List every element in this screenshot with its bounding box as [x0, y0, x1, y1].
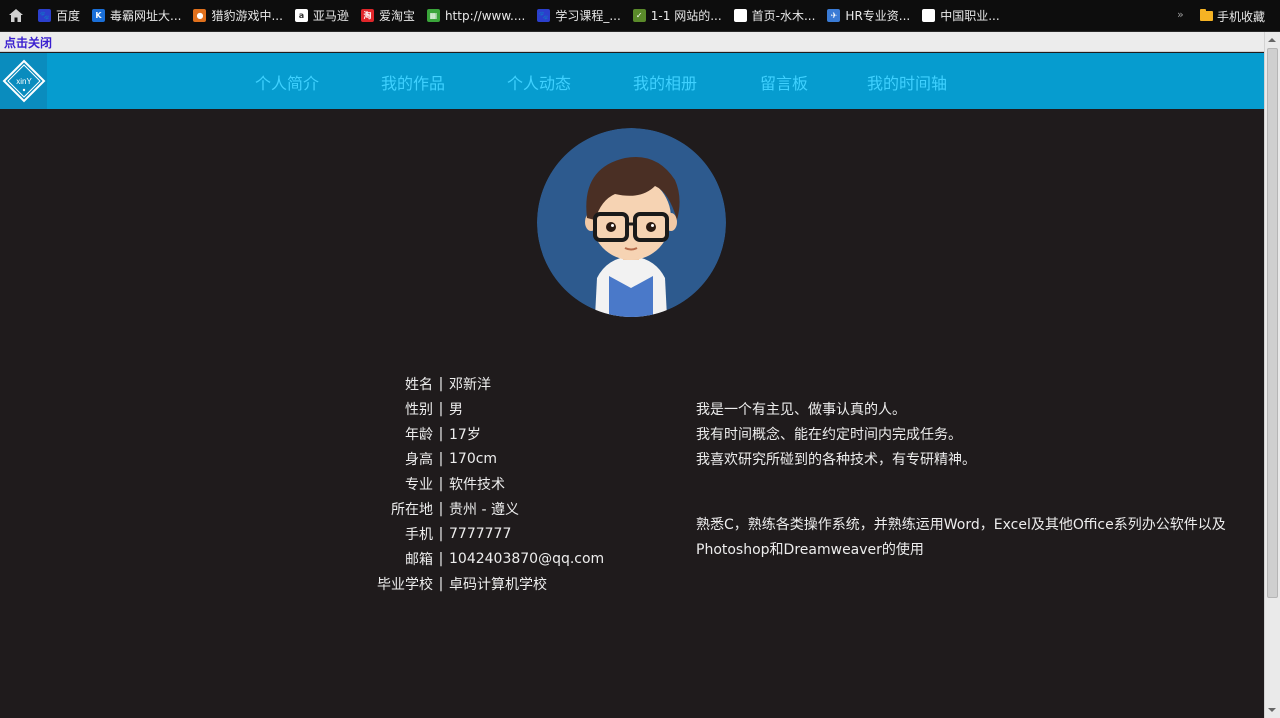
- close-link[interactable]: 点击关闭: [4, 34, 52, 51]
- bookmark-item[interactable]: ▦ http://www....: [421, 0, 531, 32]
- avatar: [537, 128, 726, 317]
- profile-separator: |: [438, 501, 444, 517]
- profile-label: 毕业学校: [377, 577, 433, 593]
- profile-separator: |: [438, 451, 444, 467]
- site-logo[interactable]: xinY: [0, 53, 47, 109]
- nav-item-album[interactable]: 我的相册: [633, 70, 697, 94]
- profile-separator: |: [438, 551, 444, 567]
- logo-text: xinY: [16, 77, 32, 86]
- profile-row: 手机 | 7777777: [360, 524, 660, 544]
- profile-row: 姓名 | 邓新洋: [360, 374, 660, 394]
- nav-item-profile[interactable]: 个人简介: [255, 70, 319, 94]
- bookmark-label: 亚马逊: [312, 9, 349, 23]
- nav-item-updates[interactable]: 个人动态: [507, 70, 571, 94]
- profile-label: 所在地: [391, 502, 433, 518]
- bookmark-label: HR专业资...: [845, 9, 911, 23]
- profile-label: 性别: [405, 402, 433, 418]
- taobao-icon: 淘: [360, 9, 374, 22]
- profile-value: 男: [449, 402, 463, 418]
- nav-item-works[interactable]: 我的作品: [381, 70, 445, 94]
- bookmark-item[interactable]: ✓ 1-1 网站的...: [627, 0, 728, 32]
- profile-separator: |: [438, 526, 444, 542]
- bookmark-item[interactable]: 中国职业...: [916, 0, 1005, 32]
- profile-value: 邓新洋: [449, 377, 491, 393]
- bookmark-item[interactable]: ✈ HR专业资...: [821, 0, 916, 32]
- nav-item-timeline[interactable]: 我的时间轴: [867, 70, 947, 94]
- bookmarks-bar: 🐾 百度 K 毒霸网址大... ● 猎豹游戏中... a 亚马逊淘爱淘宝 ▦ http://www…: [0, 0, 1280, 32]
- scroll-thumb[interactable]: [1267, 48, 1278, 598]
- skills-line: 熟悉C，熟练各类操作系统，并熟练运用Word，Excel及其他Office系列办…: [696, 517, 1226, 533]
- bookmark-label: http://www....: [444, 8, 526, 23]
- baidu-icon: 🐾: [537, 9, 551, 22]
- bookmark-label: 首页-水木...: [751, 9, 816, 23]
- course-icon: ✓: [632, 9, 646, 22]
- folder-icon: [1200, 9, 1213, 21]
- cheetah-game-icon: ●: [193, 9, 207, 22]
- main-nav: xinY 个人简介 我的作品 个人动态 我的相册 留言板 我的时间轴: [0, 53, 1264, 109]
- duba-icon: K: [92, 9, 106, 22]
- profile-row: 毕业学校 | 卓码计算机学校: [360, 574, 660, 594]
- profile-value: 1042403870@qq.com: [449, 551, 605, 567]
- page-icon: [733, 9, 747, 22]
- bookmark-label: 猎豹游戏中...: [211, 9, 283, 23]
- profile-label: 年龄: [405, 427, 433, 443]
- profile-row: 年龄 | 17岁: [360, 424, 660, 444]
- intro-line: 我有时间概念、能在约定时间内完成任务。: [696, 427, 962, 443]
- profile-separator: |: [438, 401, 444, 417]
- intro-line: 我是一个有主见、做事认真的人。: [696, 402, 906, 418]
- profile-label: 专业: [405, 477, 433, 493]
- nav-item-guestbook[interactable]: 留言板: [760, 70, 808, 94]
- bookmark-item[interactable]: ● 猎豹游戏中...: [187, 0, 288, 32]
- profile-row: 邮箱 | 1042403870@qq.com: [360, 549, 660, 569]
- intro-line: 我喜欢研究所碰到的各种技术，有专研精神。: [696, 452, 976, 468]
- profile-label: 姓名: [405, 377, 433, 393]
- bookmarks-more-chevron[interactable]: »: [1177, 8, 1184, 21]
- bookmark-label: 学习课程_...: [555, 9, 621, 23]
- scroll-up-arrow-icon[interactable]: [1268, 38, 1276, 42]
- bookmark-item[interactable]: 🐾 百度: [32, 0, 86, 32]
- grid-page-icon: ▦: [426, 9, 440, 22]
- profile-value: 贵州 - 遵义: [449, 502, 519, 518]
- bookmark-label: 1-1 网站的...: [650, 9, 722, 23]
- profile-label: 手机: [405, 527, 433, 543]
- bookmark-label: 毒霸网址大...: [110, 9, 182, 23]
- profile-value: 7777777: [449, 526, 512, 542]
- bookmark-item[interactable]: 🐾 学习课程_...: [531, 0, 626, 32]
- baidu-icon: 🐾: [38, 9, 51, 22]
- bookmark-label: 中国职业...: [940, 9, 1000, 23]
- profile-row: 所在地 | 贵州 - 遵义: [360, 499, 660, 519]
- mobile-favorites-label: 手机收藏: [1217, 9, 1266, 24]
- home-icon[interactable]: [0, 0, 32, 32]
- profile-value: 170cm: [449, 451, 498, 467]
- page-icon: [922, 9, 936, 22]
- profile-label: 邮箱: [405, 552, 433, 568]
- bookmark-item[interactable]: 首页-水木...: [728, 0, 822, 32]
- profile-separator: |: [438, 426, 444, 442]
- bookmark-item[interactable]: a 亚马逊: [289, 0, 355, 32]
- profile-separator: |: [438, 376, 444, 392]
- profile-label: 身高: [405, 452, 433, 468]
- vertical-scrollbar[interactable]: [1264, 32, 1280, 718]
- bookmark-item[interactable]: K 毒霸网址大...: [86, 0, 187, 32]
- profile-row: 身高 | 170cm: [360, 449, 660, 469]
- bookmark-label: 爱淘宝: [378, 9, 415, 23]
- profile-row: 专业 | 软件技术: [360, 474, 660, 494]
- close-bar: 点击关闭: [0, 32, 1264, 52]
- profile-separator: |: [438, 576, 444, 592]
- mobile-favorites-folder[interactable]: 手机收藏: [1200, 0, 1265, 32]
- bookmark-label: 百度: [56, 9, 81, 23]
- scroll-down-arrow-icon[interactable]: [1268, 708, 1276, 712]
- profile-separator: |: [438, 476, 444, 492]
- profile-row: 性别 | 男: [360, 399, 660, 419]
- bookmark-item[interactable]: 淘爱淘宝: [355, 0, 421, 32]
- profile-value: 软件技术: [449, 477, 505, 493]
- skills-line: Photoshop和Dreamweaver的使用: [696, 542, 924, 558]
- profile-value: 卓码计算机学校: [449, 577, 547, 593]
- profile-value: 17岁: [449, 427, 481, 443]
- amazon-icon: a: [294, 9, 308, 22]
- bird-icon: ✈: [827, 9, 841, 22]
